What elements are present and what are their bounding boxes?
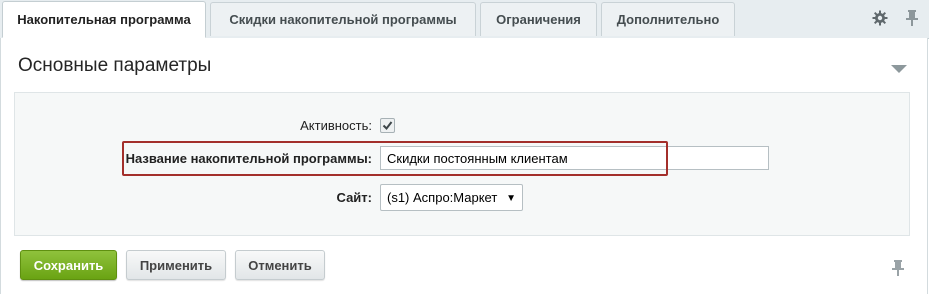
cancel-button[interactable]: Отменить [235,250,325,280]
tab-program-discounts[interactable]: Скидки накопительной программы [210,2,476,36]
tab-loyalty-program[interactable]: Накопительная программа [2,1,206,38]
program-name-label: Название накопительной программы: [125,151,372,166]
site-label: Сайт: [336,190,372,205]
site-select[interactable]: (s1) Аспро:Маркет ▼ [380,184,523,211]
checkmark-icon [382,121,393,131]
site-select-value: (s1) Аспро:Маркет [387,190,498,205]
section-title: Основные параметры [18,55,212,76]
active-checkbox[interactable] [380,118,395,133]
pin-icon[interactable] [903,9,921,27]
dropdown-arrow-icon: ▼ [506,193,516,204]
apply-button[interactable]: Применить [126,250,226,280]
tab-restrictions[interactable]: Ограничения [480,2,597,36]
program-name-input[interactable] [380,146,769,170]
pin-icon[interactable] [892,260,906,276]
tab-additional[interactable]: Дополнительно [601,2,735,36]
active-label: Активность: [300,118,372,133]
save-button[interactable]: Сохранить [20,250,117,280]
collapse-arrow-icon[interactable] [891,62,907,73]
gear-icon[interactable] [871,9,889,27]
